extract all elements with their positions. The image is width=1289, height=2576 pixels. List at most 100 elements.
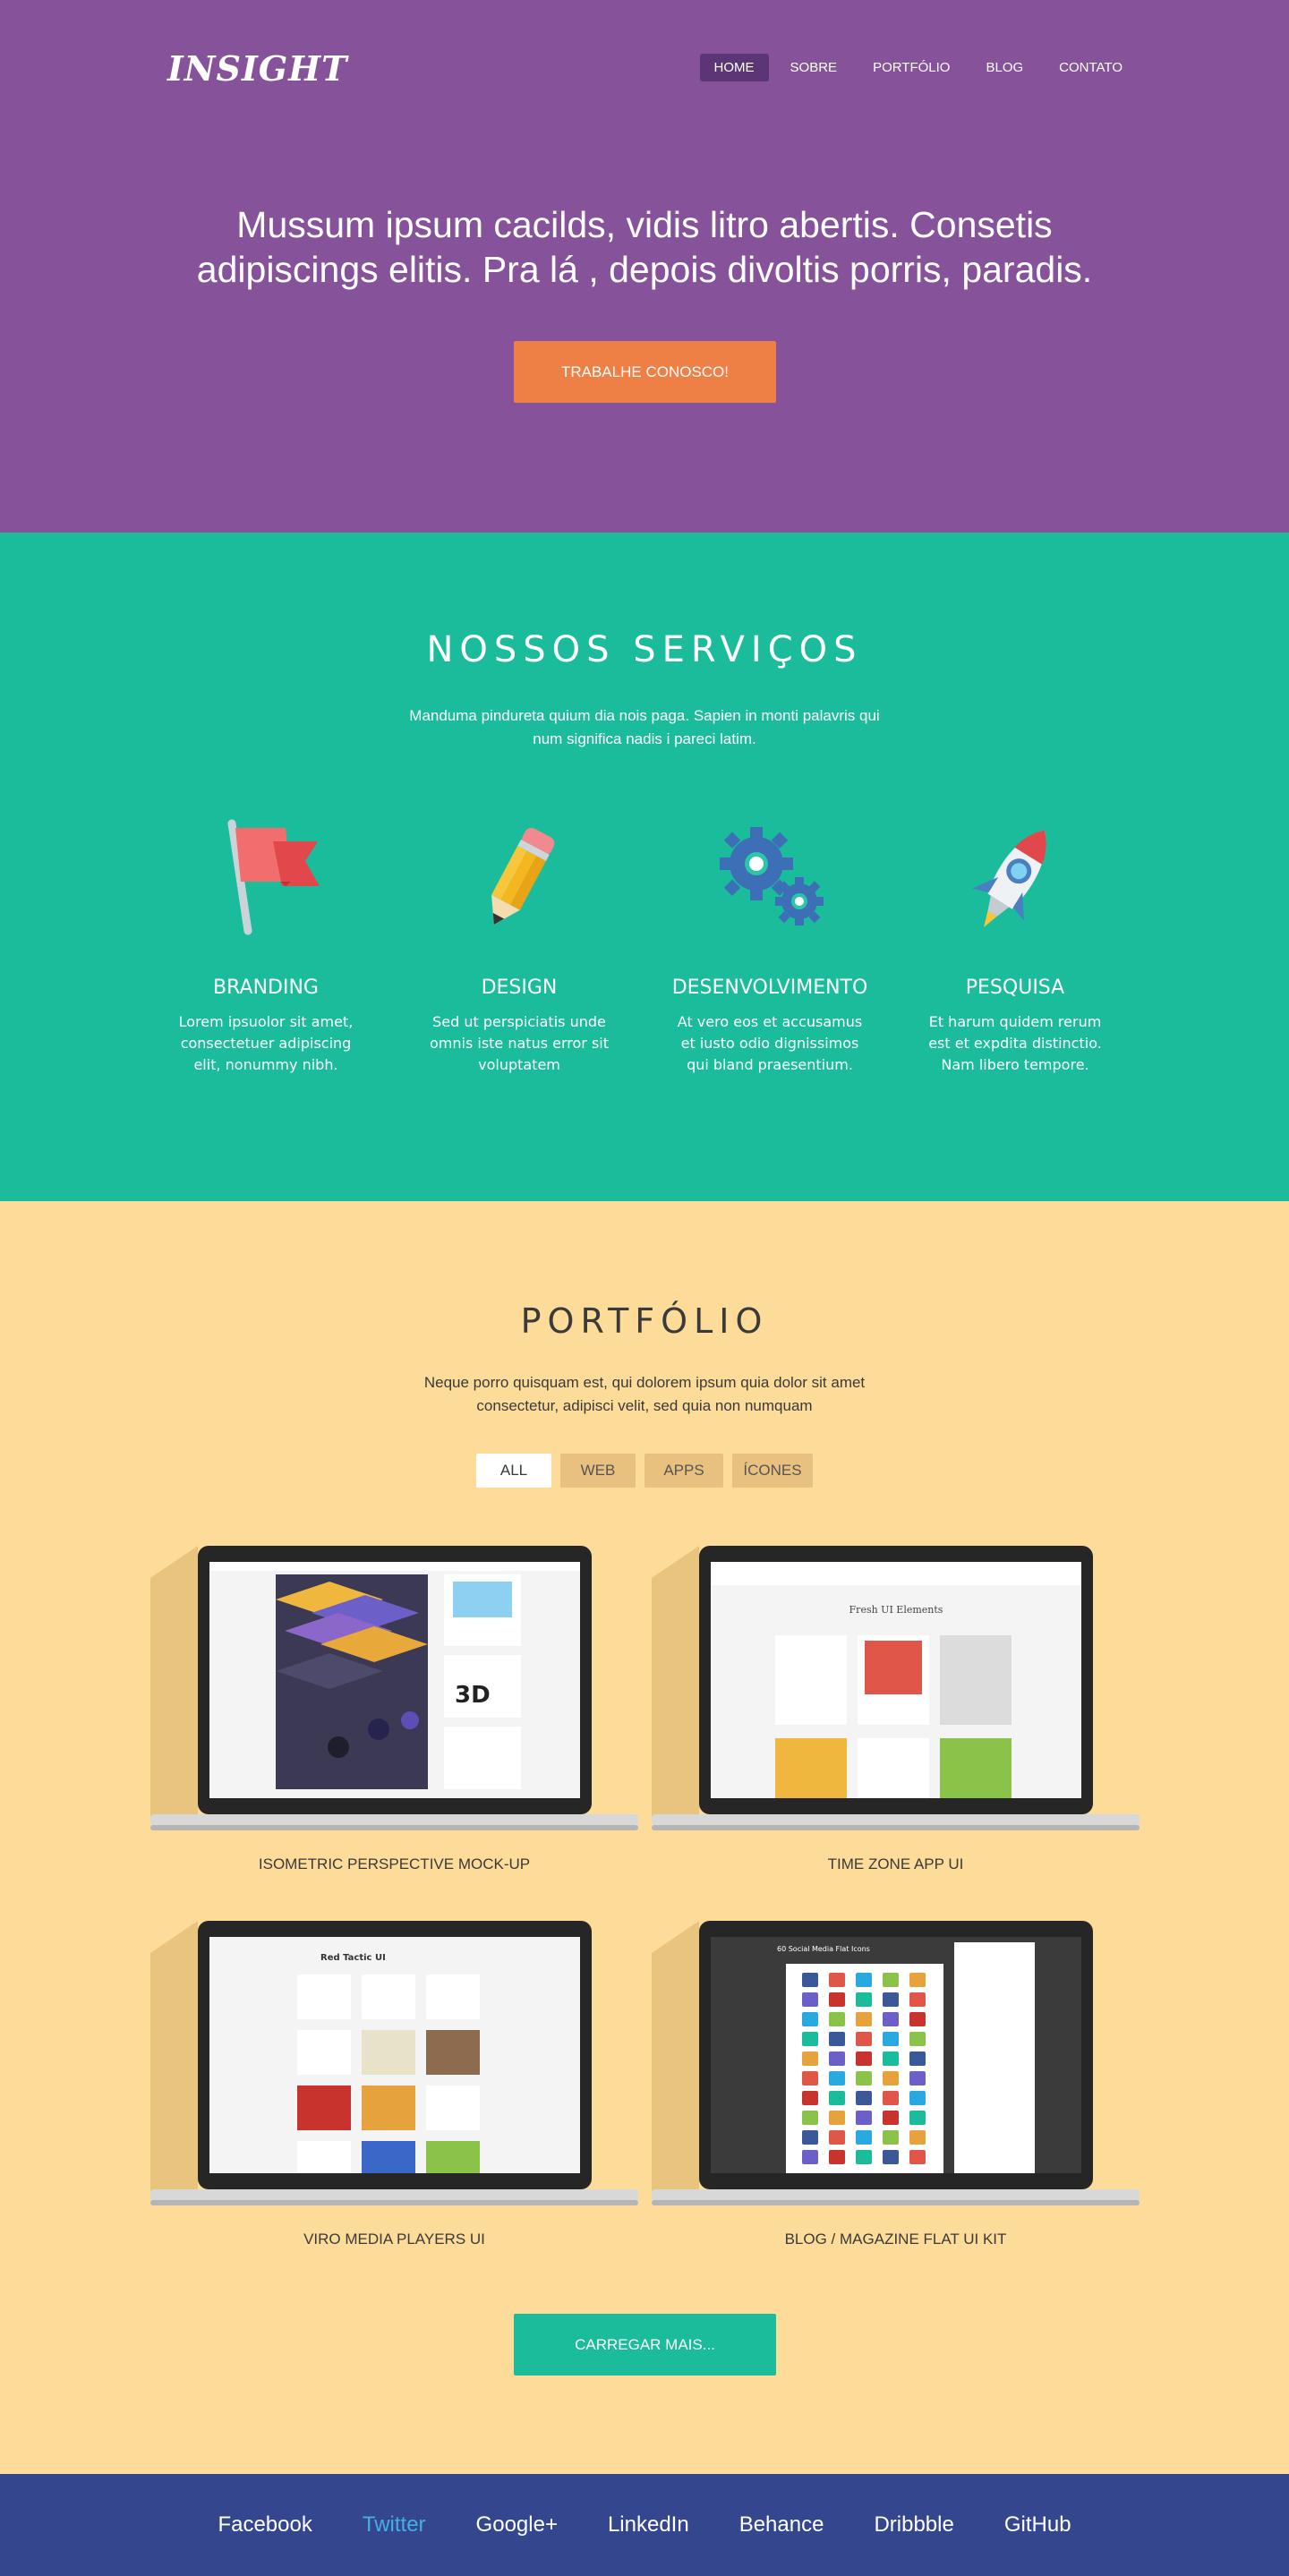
portfolio-card-title: TIME ZONE APP UI	[827, 1855, 964, 1872]
load-more-button[interactable]: CARREGAR MAIS...	[514, 2314, 776, 2376]
service-design: DESIGN Sed ut perspiciatis unde omnis is…	[421, 815, 618, 1076]
service-name-branding: BRANDING	[213, 977, 319, 999]
social-icon-tile	[856, 2111, 872, 2125]
hero-headline-line-1: Mussum ipsum cacilds, vidis litro aberti…	[236, 204, 1053, 245]
social-icon-tile	[883, 2130, 899, 2145]
social-icon-tile	[856, 1992, 872, 2007]
social-icon-tile	[829, 2032, 845, 2046]
service-desc-line: et iusto odio dignissimos	[680, 1035, 859, 1052]
hero-section: INSIGHT HOME SOBRE PORTFÓLIO BLOG CONTAT…	[0, 0, 1289, 533]
service-desc-research: Et harum quidem rerum est et expdita dis…	[917, 1011, 1114, 1076]
footer-link-facebook[interactable]: Facebook	[218, 2512, 312, 2538]
social-icon-tile	[802, 2012, 818, 2026]
service-desc-line: voluptatem	[478, 1056, 560, 1073]
social-icon-tile	[909, 2012, 926, 2026]
service-desc-line: Et harum quidem rerum	[928, 1013, 1102, 1030]
service-desc-line: Lorem ipsuolor sit amet,	[178, 1013, 354, 1030]
nav-item-portfolio[interactable]: PORTFÓLIO	[858, 54, 964, 81]
social-icon-tile	[909, 2130, 926, 2145]
portfolio-subtitle-line-1: Neque porro quisquam est, qui dolorem ip…	[423, 1374, 866, 1391]
social-icon-tile	[802, 1973, 818, 1987]
social-icon-tile	[829, 2071, 845, 2086]
social-icon-tile	[802, 2051, 818, 2066]
social-icon-tile	[883, 1973, 899, 1987]
service-desc-line: qui bland praesentium.	[687, 1056, 853, 1073]
social-icon-tile	[883, 2071, 899, 2086]
social-icon-tile	[802, 2032, 818, 2046]
social-icon-tile	[829, 2051, 845, 2066]
flag-icon	[227, 819, 320, 935]
social-icon-tile	[856, 2051, 872, 2066]
service-name-research: PESQUISA	[965, 977, 1065, 999]
social-icon-tile	[802, 2150, 818, 2164]
portfolio-card-title: BLOG / MAGAZINE FLAT UI KIT	[784, 2231, 1007, 2248]
social-icon-tile	[909, 2111, 926, 2125]
portfolio-section: PORTFÓLIO Neque porro quisquam est, qui …	[0, 1201, 1289, 2474]
service-development: DESENVOLVIMENTO At vero eos et accusamus…	[671, 815, 868, 1076]
social-icon-tile	[802, 2091, 818, 2105]
gears-icon	[720, 827, 824, 925]
service-desc-line: est et expdita distinctio.	[928, 1035, 1102, 1052]
service-desc-line: At vero eos et accusamus	[677, 1013, 863, 1030]
social-icon-tile	[829, 2150, 845, 2164]
social-icon-tile	[883, 2111, 899, 2125]
social-icon-tile	[856, 2091, 872, 2105]
social-icon-tile	[802, 2111, 818, 2125]
service-desc-line: omnis iste natus error sit	[429, 1035, 610, 1052]
footer-link-googleplus[interactable]: Google+	[476, 2512, 558, 2538]
services-section: NOSSOS SERVIÇOS Manduma pindureta quium …	[0, 533, 1289, 1201]
service-desc-line: Sed ut perspiciatis unde	[432, 1013, 606, 1030]
portfolio-card[interactable]: 60 Social Media Flat Icons BLOG / MAGAZI…	[652, 1921, 1140, 2248]
social-icon-tile	[802, 2071, 818, 2086]
social-icon-tile	[883, 2091, 899, 2105]
portfolio-filters: ALL WEB APPS ÍCONES	[0, 1454, 1289, 1488]
filter-all[interactable]: ALL	[476, 1454, 551, 1488]
work-with-us-button[interactable]: TRABALHE CONOSCO!	[514, 341, 776, 403]
laptop-mockup-image: 60 Social Media Flat Icons	[652, 1921, 1140, 2205]
social-icon-tile	[909, 1992, 926, 2007]
footer-social-links: Facebook Twitter Google+ LinkedIn Behanc…	[0, 2474, 1289, 2576]
portfolio-card[interactable]: 3D ISOMETRIC PERSPECTIVE MOCK-UP	[150, 1546, 638, 1873]
social-icon-tile	[909, 2071, 926, 2086]
service-desc-line: consectetuer adipiscing	[180, 1035, 352, 1052]
nav-item-home[interactable]: HOME	[699, 54, 769, 81]
social-icon-tile	[802, 1992, 818, 2007]
services-subtitle-line-2: num significa nadis i pareci latim.	[533, 730, 756, 747]
footer-link-linkedin[interactable]: LinkedIn	[608, 2512, 689, 2538]
social-icon-tile	[829, 2130, 845, 2145]
service-desc-branding: Lorem ipsuolor sit amet, consectetuer ad…	[167, 1011, 364, 1076]
footer-link-dribbble[interactable]: Dribbble	[874, 2512, 953, 2538]
service-desc-development: At vero eos et accusamus et iusto odio d…	[671, 1011, 868, 1076]
footer-link-behance[interactable]: Behance	[739, 2512, 824, 2538]
portfolio-card[interactable]: Red Tactic UI VIRO MEDIA PLAYERS UI	[150, 1921, 638, 2248]
filter-web[interactable]: WEB	[560, 1454, 636, 1488]
portfolio-card-title: VIRO MEDIA PLAYERS UI	[303, 2231, 485, 2248]
nav-item-sobre[interactable]: SOBRE	[776, 54, 852, 81]
nav-item-blog[interactable]: BLOG	[971, 54, 1037, 81]
social-icon-tile	[856, 2012, 872, 2026]
social-icon-tile	[856, 2130, 872, 2145]
social-icon-tile	[909, 2051, 926, 2066]
footer-link-twitter[interactable]: Twitter	[363, 2512, 426, 2538]
filter-icones[interactable]: ÍCONES	[732, 1454, 813, 1488]
site-logo[interactable]: INSIGHT	[167, 48, 347, 89]
main-nav: HOME SOBRE PORTFÓLIO BLOG CONTATO	[699, 54, 1137, 81]
social-icon-tile	[829, 2091, 845, 2105]
portfolio-card[interactable]: Fresh UI Elements TIME ZONE APP UI	[652, 1546, 1140, 1873]
rocket-icon	[972, 830, 1046, 927]
social-icon-tile	[883, 1992, 899, 2007]
laptop-mockup-image: Red Tactic UI	[150, 1921, 638, 2205]
pencil-icon	[491, 827, 555, 925]
filter-apps[interactable]: APPS	[644, 1454, 723, 1488]
service-name-development: DESENVOLVIMENTO	[671, 977, 868, 999]
social-icon-tile	[829, 2111, 845, 2125]
portfolio-subtitle: Neque porro quisquam est, qui dolorem ip…	[376, 1371, 913, 1418]
social-icon-tile	[829, 1992, 845, 2007]
social-icon-tile	[856, 2071, 872, 2086]
services-title: NOSSOS SERVIÇOS	[426, 629, 863, 670]
social-icon-tile	[856, 2150, 872, 2164]
service-branding: BRANDING Lorem ipsuolor sit amet, consec…	[167, 815, 364, 1076]
nav-item-contato[interactable]: CONTATO	[1045, 54, 1137, 81]
footer-link-github[interactable]: GitHub	[1004, 2512, 1071, 2538]
services-subtitle: Manduma pindureta quium dia nois paga. S…	[376, 704, 913, 751]
